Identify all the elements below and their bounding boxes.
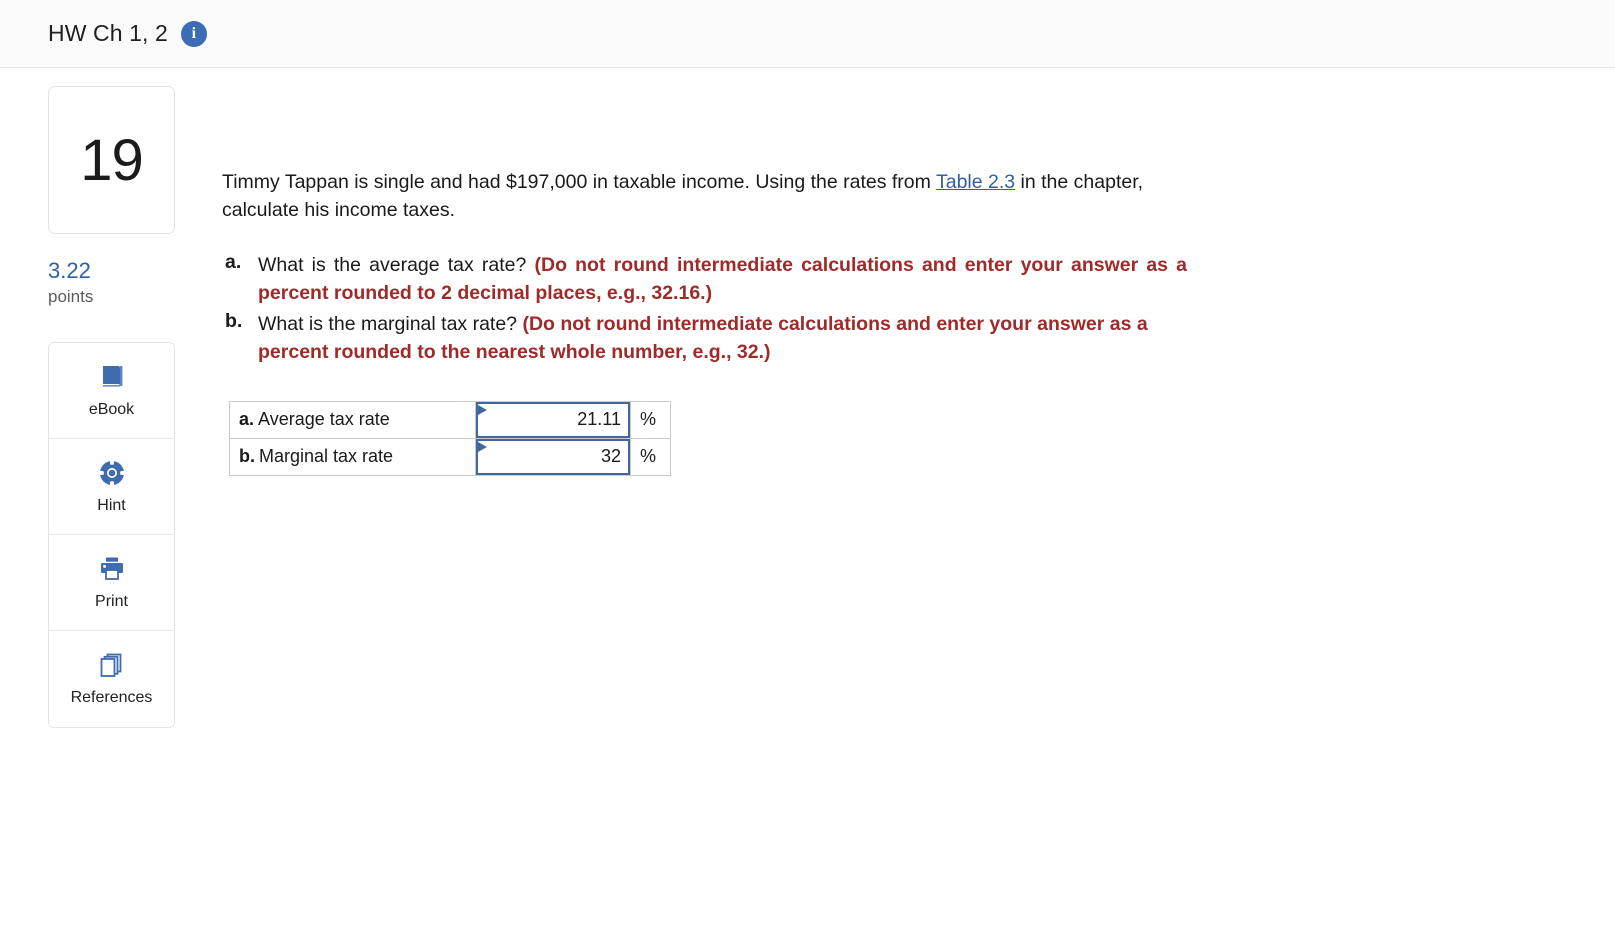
- ebook-label: eBook: [88, 400, 135, 418]
- part-a-prompt: What is the average tax rate?: [258, 253, 535, 276]
- book-icon: [97, 362, 127, 392]
- marginal-tax-rate-input[interactable]: 32: [476, 438, 630, 475]
- stacked-pages-icon: [97, 650, 127, 680]
- tool-button-stack: eBook Hint Print References: [48, 341, 175, 728]
- part-a-text: What is the average tax rate? (Do not ro…: [258, 251, 1187, 308]
- marginal-tax-rate-value: 32: [600, 446, 621, 467]
- part-a-letter: a.: [225, 250, 242, 273]
- question-sidebar: 19 3.22 points eBook Hint Print Referenc…: [0, 68, 175, 728]
- print-label: Print: [95, 592, 128, 610]
- row-a-label-cell: a. Average tax rate: [229, 400, 476, 439]
- average-tax-rate-input[interactable]: 21.11: [476, 401, 630, 438]
- question-number: 19: [80, 127, 144, 193]
- row-a-letter: a.: [239, 409, 255, 430]
- table-2-3-link[interactable]: Table 2.3: [936, 171, 1015, 193]
- row-a-unit: %: [630, 400, 671, 439]
- row-b-unit: %: [630, 437, 671, 476]
- question-parts: a. What is the average tax rate? (Do not…: [222, 251, 1187, 367]
- info-icon[interactable]: i: [180, 20, 207, 47]
- part-a: a. What is the average tax rate? (Do not…: [222, 251, 1187, 308]
- part-b-letter: b.: [225, 310, 243, 333]
- life-ring-icon: [97, 458, 127, 488]
- stem-text-before-link: Timmy Tappan is single and had $197,000 …: [222, 171, 936, 193]
- points-block: 3.22 points: [48, 258, 175, 310]
- print-button[interactable]: Print: [49, 534, 174, 631]
- row-b-input-cell[interactable]: 32: [475, 437, 631, 476]
- references-button[interactable]: References: [49, 630, 174, 727]
- row-b-letter: b.: [239, 446, 255, 467]
- part-b-prompt: What is the marginal tax rate?: [258, 313, 523, 336]
- part-b: b. What is the marginal tax rate? (Do no…: [222, 310, 1187, 367]
- hint-label: Hint: [97, 496, 126, 514]
- points-value: 3.22: [48, 258, 91, 283]
- row-b-label: Marginal tax rate: [259, 446, 394, 467]
- cell-marker-icon: [478, 404, 487, 415]
- printer-icon: [97, 554, 127, 584]
- row-b-label-cell: b. Marginal tax rate: [229, 437, 476, 476]
- points-label: points: [48, 287, 94, 307]
- table-row: b. Marginal tax rate 32 %: [229, 437, 671, 476]
- question-stem: Timmy Tappan is single and had $197,000 …: [222, 168, 1187, 225]
- page-title: HW Ch 1, 2: [48, 20, 168, 46]
- app-header: HW Ch 1, 2 i: [0, 0, 1615, 68]
- ebook-button[interactable]: eBook: [49, 342, 174, 439]
- row-a-input-cell[interactable]: 21.11: [475, 400, 631, 439]
- answer-table: a. Average tax rate 21.11 % b. Marginal ta…: [229, 400, 671, 476]
- question-number-card: 19: [48, 86, 175, 234]
- row-a-label: Average tax rate: [258, 409, 390, 430]
- question-content: Timmy Tappan is single and had $197,000 …: [175, 68, 1187, 476]
- average-tax-rate-value: 21.11: [577, 409, 621, 430]
- cell-marker-icon: [478, 441, 487, 452]
- hint-button[interactable]: Hint: [49, 438, 174, 535]
- part-b-text: What is the marginal tax rate? (Do not r…: [258, 310, 1187, 367]
- references-label: References: [70, 689, 153, 707]
- table-row: a. Average tax rate 21.11 %: [229, 400, 671, 439]
- page-body: 19 3.22 points eBook Hint Print Referenc…: [0, 68, 1615, 728]
